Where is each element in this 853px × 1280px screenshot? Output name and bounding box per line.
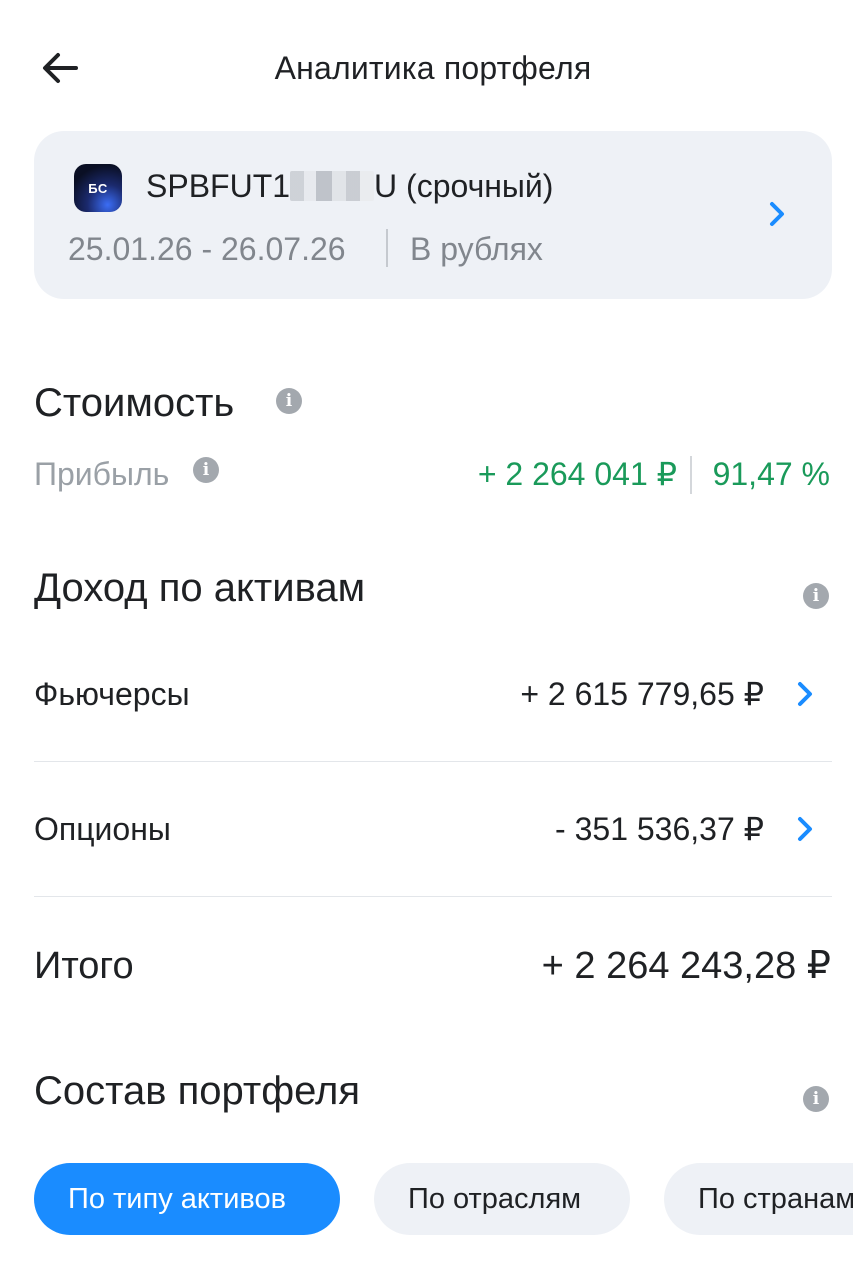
page-title: Аналитика портфеля (274, 50, 592, 86)
composition-info-icon[interactable]: i (803, 1086, 829, 1112)
chip-by-industry[interactable]: По отраслям (374, 1163, 630, 1235)
composition-section-title: Состав портфеля (34, 1069, 361, 1113)
account-currency: В рублях (410, 231, 543, 267)
profit-label: Прибыль (34, 456, 170, 492)
income-row-label: Опционы (34, 811, 171, 847)
account-name-prefix: SPBFUT1 (146, 168, 291, 204)
account-name: SPBFUT1 U (срочный) (146, 164, 553, 208)
value-section-title: Стоимость (34, 381, 235, 425)
income-info-icon[interactable]: i (803, 583, 829, 609)
profit-amount: + 2 264 041 ₽ (477, 456, 677, 492)
account-selector-card[interactable]: БС SPBFUT1 U (срочный) 25.01.26 - 26.07.2… (34, 131, 832, 299)
chevron-right-icon (798, 817, 812, 841)
profit-percent: 91,47 % (712, 456, 830, 492)
row-divider (34, 761, 832, 762)
income-row-futures[interactable]: Фьючерсы + 2 615 779,65 ₽ (34, 628, 832, 762)
chip-by-country[interactable]: По странам (664, 1163, 853, 1235)
broker-logo-text: БС (88, 180, 108, 196)
income-row-value: - 351 536,37 ₽ (555, 811, 764, 847)
masked-account-digits (290, 171, 375, 201)
chevron-right-icon (770, 202, 784, 226)
broker-logo: БС (74, 164, 122, 212)
chevron-right-icon (798, 682, 812, 706)
income-row-options[interactable]: Опционы - 351 536,37 ₽ (34, 763, 832, 897)
chip-by-asset-type[interactable]: По типу активов (34, 1163, 340, 1235)
total-value: + 2 264 243,28 ₽ (541, 945, 831, 987)
account-period: 25.01.26 - 26.07.26 (68, 231, 346, 267)
total-label: Итого (34, 945, 134, 987)
profit-divider (690, 456, 692, 494)
account-divider (386, 229, 388, 267)
income-row-value: + 2 615 779,65 ₽ (520, 676, 764, 712)
account-name-suffix: U (срочный) (374, 168, 554, 204)
profit-info-icon[interactable]: i (193, 457, 219, 483)
row-divider (34, 896, 832, 897)
info-icon[interactable]: i (276, 388, 302, 414)
income-row-label: Фьючерсы (34, 676, 190, 712)
income-section-title: Доход по активам (34, 566, 366, 610)
